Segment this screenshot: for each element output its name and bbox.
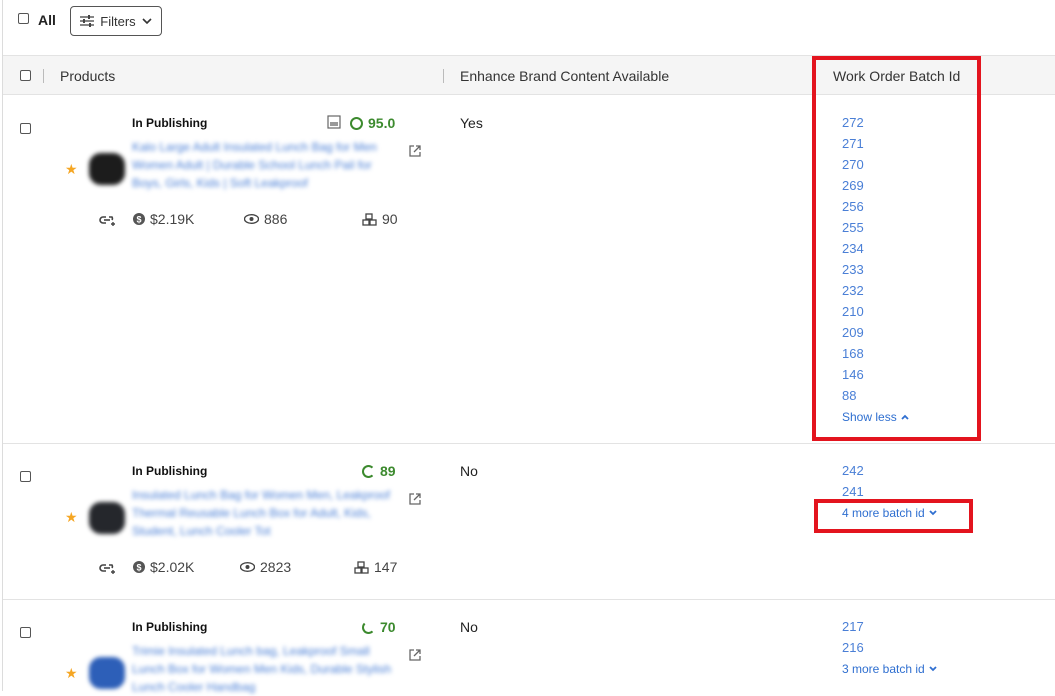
score-value: 70 xyxy=(380,619,396,635)
status-label: In Publishing xyxy=(132,116,208,130)
link-add-icon[interactable] xyxy=(99,213,117,227)
score-ring-icon xyxy=(362,620,375,634)
views-value: 886 xyxy=(264,211,288,227)
ebc-value: No xyxy=(460,463,478,479)
units-metric: 147 xyxy=(354,559,397,575)
dollar-icon: $ xyxy=(133,213,145,225)
score-ring-icon xyxy=(350,116,363,130)
image-icon[interactable] xyxy=(327,115,341,129)
dollar-icon: $ xyxy=(133,561,145,573)
content-score: 95.0 xyxy=(350,115,395,131)
content-score: 89 xyxy=(362,463,396,479)
row-checkbox[interactable] xyxy=(20,627,31,638)
external-link-icon[interactable] xyxy=(408,492,422,506)
header-checkbox[interactable] xyxy=(20,70,31,81)
highlight-box-more-batch xyxy=(814,499,973,533)
product-thumbnail[interactable] xyxy=(89,502,125,534)
chevron-down-icon xyxy=(929,666,937,672)
views-metric: 2823 xyxy=(240,559,291,575)
header-products[interactable]: Products xyxy=(60,68,115,84)
batch-id-link[interactable]: 241 xyxy=(842,484,864,499)
status-label: In Publishing xyxy=(132,620,208,634)
ebc-value: No xyxy=(460,619,478,635)
revenue-metric: $ $2.02K xyxy=(133,559,194,575)
score-value: 89 xyxy=(380,463,396,479)
batch-id-link[interactable]: 217 xyxy=(842,619,864,634)
product-title[interactable]: Kalo Large Adult Insulated Lunch Bag for… xyxy=(132,138,394,192)
row-checkbox[interactable] xyxy=(20,471,31,482)
views-value: 2823 xyxy=(260,559,292,575)
header-ebc[interactable]: Enhance Brand Content Available xyxy=(460,68,669,84)
boxes-icon xyxy=(362,212,377,226)
star-icon[interactable]: ★ xyxy=(65,161,78,178)
revenue-value: $2.19K xyxy=(150,211,195,227)
content-score: 70 xyxy=(362,619,396,635)
star-icon[interactable]: ★ xyxy=(65,509,78,526)
views-metric: 886 xyxy=(244,211,287,227)
filters-label: Filters xyxy=(100,13,136,29)
chevron-down-icon xyxy=(142,18,152,24)
row-checkbox[interactable] xyxy=(20,123,31,134)
ebc-value: Yes xyxy=(460,115,483,131)
header-divider xyxy=(443,69,444,83)
more-batch-id-label: 3 more batch id xyxy=(842,662,925,676)
external-link-icon[interactable] xyxy=(408,144,422,158)
score-value: 95.0 xyxy=(368,115,396,131)
more-batch-id-button[interactable]: 3 more batch id xyxy=(842,662,937,676)
star-icon[interactable]: ★ xyxy=(65,665,78,682)
select-all-label: All xyxy=(38,12,56,28)
eye-icon xyxy=(240,562,255,572)
batch-id-link[interactable]: 242 xyxy=(842,463,864,478)
select-all-checkbox[interactable] xyxy=(18,13,29,24)
status-label: In Publishing xyxy=(132,464,208,478)
boxes-icon xyxy=(354,560,369,574)
highlight-box-batch-column xyxy=(812,56,981,441)
units-value: 90 xyxy=(382,211,398,227)
units-value: 147 xyxy=(374,559,398,575)
header-divider xyxy=(43,69,44,83)
svg-text:$: $ xyxy=(136,215,141,225)
product-title[interactable]: Trimie Insulated Lunch bag, Leakproof Sm… xyxy=(132,642,394,696)
external-link-icon[interactable] xyxy=(408,648,422,662)
row-divider xyxy=(3,443,1055,444)
filters-button[interactable]: Filters xyxy=(70,6,162,36)
row-divider xyxy=(3,599,1055,600)
product-title[interactable]: Insulated Lunch Bag for Women Men, Leakp… xyxy=(132,486,394,540)
score-ring-icon xyxy=(362,464,375,478)
link-add-icon[interactable] xyxy=(99,561,117,575)
product-thumbnail[interactable] xyxy=(89,153,125,185)
eye-icon xyxy=(244,214,259,224)
filters-icon xyxy=(80,15,95,27)
left-border xyxy=(2,0,3,691)
svg-text:$: $ xyxy=(136,563,141,573)
units-metric: 90 xyxy=(362,211,398,227)
batch-id-link[interactable]: 216 xyxy=(842,640,864,655)
revenue-metric: $ $2.19K xyxy=(133,211,194,227)
revenue-value: $2.02K xyxy=(150,559,195,575)
product-thumbnail[interactable] xyxy=(89,657,125,689)
